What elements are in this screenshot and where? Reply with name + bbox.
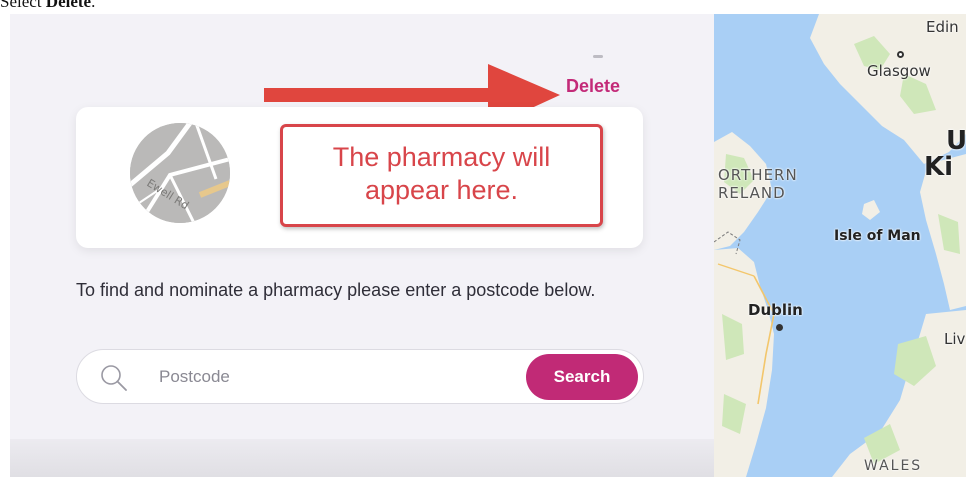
- map-label-glasgow: Glasgow: [867, 62, 931, 80]
- scroll-indicator: [593, 55, 603, 58]
- map-label-northern-ireland-line1: ORTHERN: [718, 166, 798, 184]
- panel-bottom-shade: [10, 439, 714, 477]
- caption-suffix: .: [91, 0, 96, 11]
- postcode-search-bar: Search: [76, 349, 644, 404]
- pharmacy-map-thumbnail: Ewell Rd: [130, 123, 230, 223]
- map-city-dot-dublin: [776, 324, 783, 331]
- postcode-input[interactable]: [159, 364, 499, 390]
- map-label-northern-ireland: ORTHERN RELAND: [718, 166, 798, 202]
- delete-button[interactable]: Delete: [566, 76, 620, 97]
- map-background: [714, 14, 966, 477]
- pharmacy-panel: Delete Ewell Rd The pharmacy will appear…: [10, 14, 714, 477]
- map-view[interactable]: Edin Glasgow U Ki ORTHERN RELAND Isle of…: [714, 14, 966, 477]
- map-label-dublin: Dublin: [748, 301, 803, 319]
- tutorial-caption: Select Delete.: [0, 0, 95, 14]
- map-label-edinburgh: Edin: [926, 18, 959, 36]
- pharmacy-callout-annotation: The pharmacy will appear here.: [280, 124, 603, 227]
- instruction-text: To find and nominate a pharmacy please e…: [76, 280, 596, 300]
- map-label-wales: WALES: [864, 458, 923, 474]
- map-label-northern-ireland-line2: RELAND: [718, 184, 786, 202]
- map-city-dot-glasgow: [897, 51, 904, 58]
- search-button[interactable]: Search: [526, 354, 638, 400]
- map-label-united-kingdom-line2: Ki: [924, 152, 954, 182]
- caption-prefix: Select: [0, 0, 46, 11]
- map-label-liverpool: Liv: [944, 330, 966, 348]
- map-label-isle-of-man: Isle of Man: [834, 228, 921, 244]
- caption-emphasis: Delete: [45, 0, 92, 11]
- search-icon: [101, 365, 127, 391]
